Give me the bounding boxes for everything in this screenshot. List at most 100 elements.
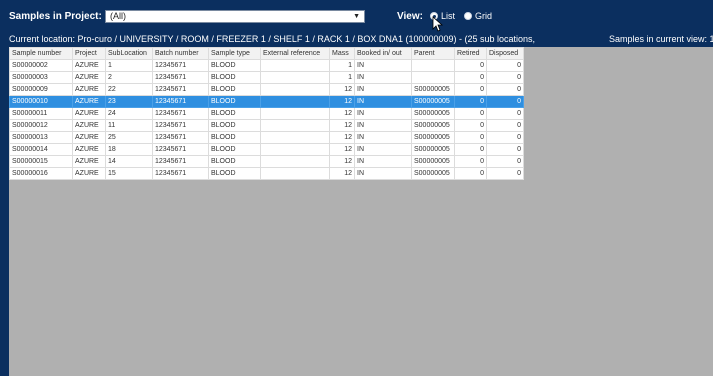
external-reference-cell[interactable] <box>260 119 330 132</box>
project-cell[interactable]: AZURE <box>72 167 106 180</box>
table-row[interactable]: S00000015 AZURE 14 12345671 BLOOD 12 IN S000000… <box>9 155 524 168</box>
retired-cell[interactable]: 0 <box>454 143 487 156</box>
sublocation-cell[interactable]: 1 <box>105 59 153 72</box>
table-row[interactable]: S00000011 AZURE 24 12345671 BLOOD 12 IN S000000… <box>9 107 524 120</box>
external-reference-cell[interactable] <box>260 83 330 96</box>
sample-number-cell[interactable]: S00000011 <box>9 107 73 120</box>
booked-in-out-cell[interactable]: IN <box>354 155 412 168</box>
column-header-sublocation[interactable]: SubLocation <box>105 47 153 60</box>
batch-number-cell[interactable]: 12345671 <box>152 95 209 108</box>
sublocation-cell[interactable]: 18 <box>105 143 153 156</box>
external-reference-cell[interactable] <box>260 155 330 168</box>
sample-number-cell[interactable]: S00000009 <box>9 83 73 96</box>
retired-cell[interactable]: 0 <box>454 131 487 144</box>
column-header-mass[interactable]: Mass <box>329 47 355 60</box>
booked-in-out-cell[interactable]: IN <box>354 95 412 108</box>
batch-number-cell[interactable]: 12345671 <box>152 143 209 156</box>
column-header-sample-type[interactable]: Sample type <box>208 47 261 60</box>
view-grid-label[interactable]: Grid <box>475 11 492 21</box>
external-reference-cell[interactable] <box>260 95 330 108</box>
project-cell[interactable]: AZURE <box>72 143 106 156</box>
sublocation-cell[interactable]: 11 <box>105 119 153 132</box>
column-header-disposed[interactable]: Disposed <box>486 47 524 60</box>
mass-cell[interactable]: 12 <box>329 167 355 180</box>
sample-type-cell[interactable]: BLOOD <box>208 71 261 84</box>
table-row[interactable]: S00000003 AZURE 2 12345671 BLOOD 1 IN 0 0 <box>9 71 524 84</box>
parent-cell[interactable]: S00000005 <box>411 143 455 156</box>
external-reference-cell[interactable] <box>260 71 330 84</box>
column-header-booked-in-out[interactable]: Booked in/ out <box>354 47 412 60</box>
batch-number-cell[interactable]: 12345671 <box>152 131 209 144</box>
project-cell[interactable]: AZURE <box>72 119 106 132</box>
chevron-down-icon[interactable]: ▼ <box>353 11 360 22</box>
external-reference-cell[interactable] <box>260 167 330 180</box>
batch-number-cell[interactable]: 12345671 <box>152 59 209 72</box>
disposed-cell[interactable]: 0 <box>486 83 524 96</box>
booked-in-out-cell[interactable]: IN <box>354 119 412 132</box>
sample-number-cell[interactable]: S00000012 <box>9 119 73 132</box>
project-select[interactable]: (All) ▼ <box>105 10 365 23</box>
table-row[interactable]: S00000013 AZURE 25 12345671 BLOOD 12 IN S000000… <box>9 131 524 144</box>
table-row[interactable]: S00000012 AZURE 11 12345671 BLOOD 12 IN S000000… <box>9 119 524 132</box>
parent-cell[interactable]: S00000005 <box>411 83 455 96</box>
sample-number-cell[interactable]: S00000013 <box>9 131 73 144</box>
external-reference-cell[interactable] <box>260 131 330 144</box>
sample-type-cell[interactable]: BLOOD <box>208 95 261 108</box>
disposed-cell[interactable]: 0 <box>486 107 524 120</box>
column-header-external-reference[interactable]: External reference <box>260 47 330 60</box>
sublocation-cell[interactable]: 14 <box>105 155 153 168</box>
sample-type-cell[interactable]: BLOOD <box>208 83 261 96</box>
parent-cell[interactable]: S00000005 <box>411 167 455 180</box>
booked-in-out-cell[interactable]: IN <box>354 83 412 96</box>
batch-number-cell[interactable]: 12345671 <box>152 83 209 96</box>
sample-type-cell[interactable]: BLOOD <box>208 155 261 168</box>
retired-cell[interactable]: 0 <box>454 83 487 96</box>
mass-cell[interactable]: 12 <box>329 131 355 144</box>
retired-cell[interactable]: 0 <box>454 167 487 180</box>
sublocation-cell[interactable]: 15 <box>105 167 153 180</box>
table-row[interactable]: S00000010 AZURE 23 12345671 BLOOD 12 IN S000000… <box>9 95 524 108</box>
sublocation-cell[interactable]: 25 <box>105 131 153 144</box>
parent-cell[interactable] <box>411 59 455 72</box>
external-reference-cell[interactable] <box>260 107 330 120</box>
mass-cell[interactable]: 12 <box>329 95 355 108</box>
external-reference-cell[interactable] <box>260 59 330 72</box>
sample-number-cell[interactable]: S00000016 <box>9 167 73 180</box>
retired-cell[interactable]: 0 <box>454 155 487 168</box>
sublocation-cell[interactable]: 22 <box>105 83 153 96</box>
parent-cell[interactable]: S00000005 <box>411 131 455 144</box>
column-header-parent[interactable]: Parent <box>411 47 455 60</box>
table-row[interactable]: S00000002 AZURE 1 12345671 BLOOD 1 IN 0 0 <box>9 59 524 72</box>
mass-cell[interactable]: 1 <box>329 71 355 84</box>
sample-number-cell[interactable]: S00000002 <box>9 59 73 72</box>
parent-cell[interactable]: S00000005 <box>411 107 455 120</box>
table-row[interactable]: S00000016 AZURE 15 12345671 BLOOD 12 IN S000000… <box>9 167 524 180</box>
mass-cell[interactable]: 12 <box>329 155 355 168</box>
mass-cell[interactable]: 12 <box>329 143 355 156</box>
batch-number-cell[interactable]: 12345671 <box>152 71 209 84</box>
disposed-cell[interactable]: 0 <box>486 155 524 168</box>
disposed-cell[interactable]: 0 <box>486 71 524 84</box>
column-header-retired[interactable]: Retired <box>454 47 487 60</box>
view-grid-radio[interactable] <box>464 12 472 20</box>
sample-type-cell[interactable]: BLOOD <box>208 167 261 180</box>
column-header-project[interactable]: Project <box>72 47 106 60</box>
sample-number-cell[interactable]: S00000014 <box>9 143 73 156</box>
sample-number-cell[interactable]: S00000010 <box>9 95 73 108</box>
project-cell[interactable]: AZURE <box>72 83 106 96</box>
disposed-cell[interactable]: 0 <box>486 131 524 144</box>
sample-type-cell[interactable]: BLOOD <box>208 143 261 156</box>
retired-cell[interactable]: 0 <box>454 119 487 132</box>
project-cell[interactable]: AZURE <box>72 95 106 108</box>
booked-in-out-cell[interactable]: IN <box>354 59 412 72</box>
disposed-cell[interactable]: 0 <box>486 167 524 180</box>
booked-in-out-cell[interactable]: IN <box>354 71 412 84</box>
sample-type-cell[interactable]: BLOOD <box>208 59 261 72</box>
retired-cell[interactable]: 0 <box>454 95 487 108</box>
project-cell[interactable]: AZURE <box>72 107 106 120</box>
mass-cell[interactable]: 12 <box>329 119 355 132</box>
project-cell[interactable]: AZURE <box>72 71 106 84</box>
parent-cell[interactable]: S00000005 <box>411 155 455 168</box>
sublocation-cell[interactable]: 2 <box>105 71 153 84</box>
sample-type-cell[interactable]: BLOOD <box>208 131 261 144</box>
